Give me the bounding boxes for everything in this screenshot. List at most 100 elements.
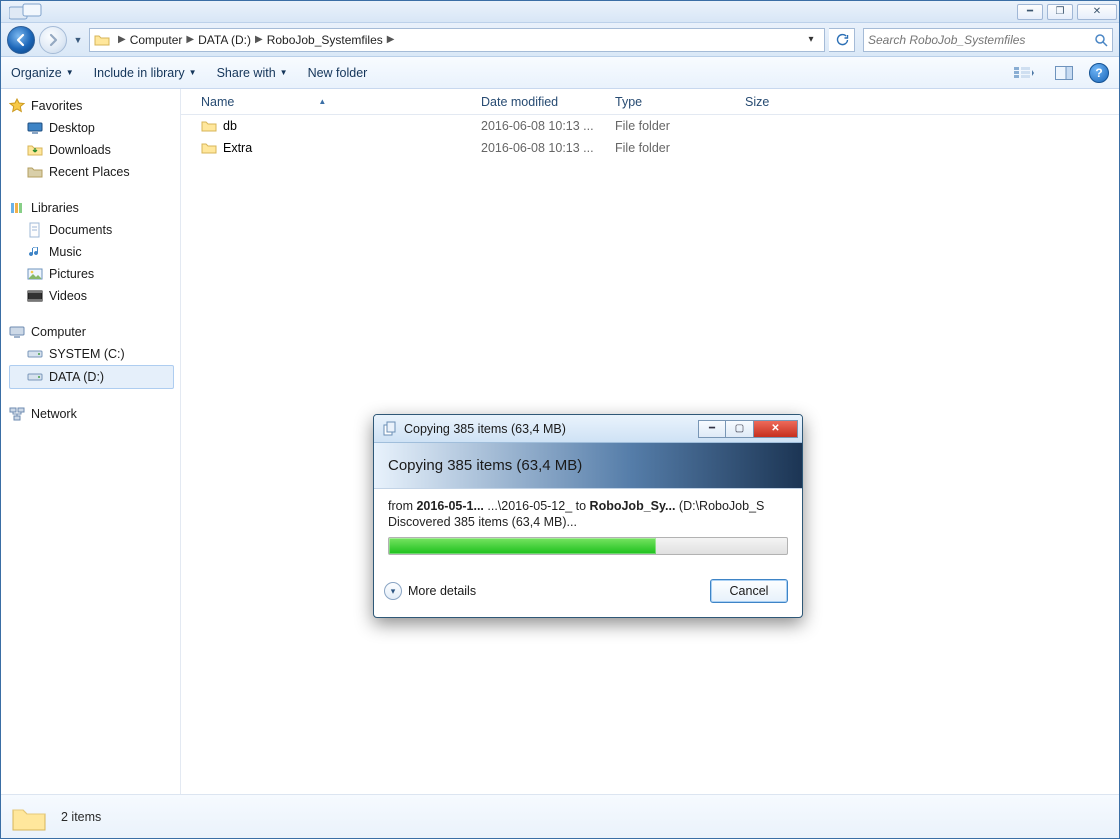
column-headers: Name▲ Date modified Type Size <box>181 89 1119 115</box>
computer-header[interactable]: Computer <box>9 321 180 343</box>
dialog-heading: Copying 385 items (63,4 MB) <box>374 443 802 489</box>
drive-icon <box>27 369 43 385</box>
pictures-icon <box>27 266 43 282</box>
chevron-down-icon: ▼ <box>66 68 74 77</box>
explorer-window: ━ ❐ ✕ ▼ ▶ Computer ▶ DATA (D:) ▶ RoboJob… <box>0 0 1120 839</box>
drive-icon <box>27 346 43 362</box>
new-folder-button[interactable]: New folder <box>308 66 368 80</box>
computer-label: Computer <box>31 325 86 339</box>
libraries-icon <box>9 200 25 216</box>
dialog-body: from 2016-05-1... ...\2016-05-12_ to Rob… <box>374 489 802 565</box>
copy-discovered: Discovered 385 items (63,4 MB)... <box>388 515 788 529</box>
folder-icon <box>94 32 110 48</box>
search-input[interactable] <box>868 33 1094 47</box>
preview-pane-icon <box>1055 66 1073 80</box>
more-details-toggle[interactable]: ▾ More details <box>384 582 476 600</box>
title-bar: ━ ❐ ✕ <box>1 1 1119 23</box>
minimize-button[interactable]: ━ <box>1017 4 1043 20</box>
favorites-header[interactable]: Favorites <box>9 95 180 117</box>
toolbar: Organize▼ Include in library▼ Share with… <box>1 57 1119 89</box>
dialog-title-bar: Copying 385 items (63,4 MB) ━ ▢ ✕ <box>374 415 802 443</box>
column-header-type[interactable]: Type <box>607 95 737 109</box>
table-row[interactable]: Extra2016-06-08 10:13 ...File folder <box>181 137 1119 159</box>
sidebar-item-downloads[interactable]: Downloads <box>9 139 180 161</box>
chevron-down-icon: ▼ <box>280 68 288 77</box>
breadcrumb[interactable]: ▶ Computer ▶ DATA (D:) ▶ RoboJob_Systemf… <box>89 28 825 52</box>
chevron-right-icon: ▶ <box>118 34 126 45</box>
copy-from-to: from 2016-05-1... ...\2016-05-12_ to Rob… <box>388 499 788 513</box>
libraries-label: Libraries <box>31 201 79 215</box>
chevron-down-icon: ▼ <box>189 68 197 77</box>
sidebar-item-videos[interactable]: Videos <box>9 285 180 307</box>
music-icon <box>27 244 43 260</box>
refresh-icon <box>835 33 849 47</box>
view-list-icon <box>1013 66 1035 80</box>
window-icon <box>9 3 47 21</box>
chevron-down-icon: ▾ <box>384 582 402 600</box>
folder-icon <box>201 118 217 134</box>
share-with-menu[interactable]: Share with▼ <box>217 66 288 80</box>
close-button[interactable]: ✕ <box>1077 4 1117 20</box>
chevron-right-icon: ▶ <box>255 34 263 45</box>
search-box[interactable] <box>863 28 1113 52</box>
arrow-left-icon <box>14 33 28 47</box>
downloads-icon <box>27 142 43 158</box>
libraries-header[interactable]: Libraries <box>9 197 180 219</box>
navigation-pane: Favorites Desktop Downloads Recent Place… <box>1 89 181 794</box>
cancel-button[interactable]: Cancel <box>710 579 788 603</box>
nav-history-dropdown[interactable]: ▼ <box>71 26 85 54</box>
network-header[interactable]: Network <box>9 403 180 425</box>
dialog-footer: ▾ More details Cancel <box>374 565 802 617</box>
recent-places-icon <box>27 164 43 180</box>
network-label: Network <box>31 407 77 421</box>
breadcrumb-dropdown[interactable]: ▾ <box>802 31 820 49</box>
sidebar-item-recent-places[interactable]: Recent Places <box>9 161 180 183</box>
sidebar-item-data-d[interactable]: DATA (D:) <box>9 365 174 389</box>
organize-menu[interactable]: Organize▼ <box>11 66 74 80</box>
breadcrumb-segment[interactable]: RoboJob_Systemfiles <box>267 33 383 47</box>
column-header-size[interactable]: Size <box>737 95 827 109</box>
dialog-close-button[interactable]: ✕ <box>754 420 798 438</box>
status-count: 2 items <box>61 810 101 824</box>
network-icon <box>9 406 25 422</box>
copy-dialog: Copying 385 items (63,4 MB) ━ ▢ ✕ Copyin… <box>373 414 803 618</box>
sidebar-item-system-c[interactable]: SYSTEM (C:) <box>9 343 180 365</box>
include-in-library-menu[interactable]: Include in library▼ <box>94 66 197 80</box>
arrow-right-icon <box>46 33 60 47</box>
address-bar-row: ▼ ▶ Computer ▶ DATA (D:) ▶ RoboJob_Syste… <box>1 23 1119 57</box>
forward-button[interactable] <box>39 26 67 54</box>
refresh-button[interactable] <box>829 28 855 52</box>
search-icon <box>1094 33 1108 47</box>
favorites-label: Favorites <box>31 99 82 113</box>
view-mode-button[interactable] <box>1009 62 1039 84</box>
preview-pane-button[interactable] <box>1049 62 1079 84</box>
main-area: Favorites Desktop Downloads Recent Place… <box>1 89 1119 794</box>
dialog-minimize-button[interactable]: ━ <box>698 420 726 438</box>
sort-ascending-icon: ▲ <box>318 97 326 106</box>
help-button[interactable]: ? <box>1089 63 1109 83</box>
breadcrumb-segment[interactable]: DATA (D:) <box>198 33 251 47</box>
column-header-date[interactable]: Date modified <box>473 95 607 109</box>
table-row[interactable]: db2016-06-08 10:13 ...File folder <box>181 115 1119 137</box>
folder-icon <box>201 140 217 156</box>
folder-icon <box>11 802 47 832</box>
sidebar-item-documents[interactable]: Documents <box>9 219 180 241</box>
maximize-button[interactable]: ❐ <box>1047 4 1073 20</box>
documents-icon <box>27 222 43 238</box>
sidebar-item-desktop[interactable]: Desktop <box>9 117 180 139</box>
chevron-right-icon: ▶ <box>387 34 395 45</box>
copy-icon <box>382 421 398 437</box>
desktop-icon <box>27 120 43 136</box>
breadcrumb-segment[interactable]: Computer <box>130 33 183 47</box>
videos-icon <box>27 288 43 304</box>
back-button[interactable] <box>7 26 35 54</box>
computer-icon <box>9 324 25 340</box>
sidebar-item-pictures[interactable]: Pictures <box>9 263 180 285</box>
column-header-name[interactable]: Name▲ <box>193 95 473 109</box>
sidebar-item-music[interactable]: Music <box>9 241 180 263</box>
dialog-maximize-button[interactable]: ▢ <box>726 420 754 438</box>
star-icon <box>9 98 25 114</box>
progress-fill <box>389 538 656 554</box>
progress-bar <box>388 537 788 555</box>
dialog-caption: Copying 385 items (63,4 MB) <box>404 422 566 436</box>
